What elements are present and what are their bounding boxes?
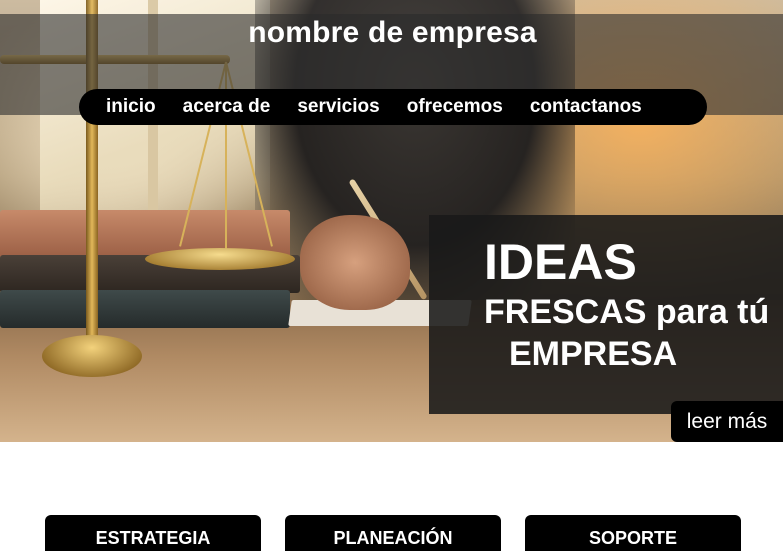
nav-item-acerca-de[interactable]: acerca de bbox=[183, 89, 271, 125]
card-estrategia[interactable]: ESTRATEGIA bbox=[45, 515, 261, 551]
writing-hand bbox=[300, 215, 410, 310]
nav-item-inicio[interactable]: inicio bbox=[106, 89, 156, 125]
promo-headline: IDEAS bbox=[484, 234, 637, 290]
card-planeacion[interactable]: PLANEACIÓN bbox=[285, 515, 501, 551]
promo-subline-2: EMPRESA bbox=[509, 335, 678, 373]
read-more-button[interactable]: leer más bbox=[671, 401, 783, 442]
book bbox=[0, 290, 290, 328]
promo-subline: FRESCAS para tú bbox=[484, 293, 770, 331]
scale-base bbox=[42, 335, 142, 377]
nav-item-ofrecemos[interactable]: ofrecemos bbox=[407, 89, 503, 125]
nav-item-contactanos[interactable]: contactanos bbox=[530, 89, 642, 125]
main-nav: inicio acerca de servicios ofrecemos con… bbox=[79, 89, 707, 125]
card-soporte[interactable]: SOPORTE bbox=[525, 515, 741, 551]
top-strip bbox=[0, 0, 783, 14]
promo-box: IDEAS FRESCAS para tú EMPRESA bbox=[429, 215, 783, 414]
nav-item-servicios[interactable]: servicios bbox=[297, 89, 379, 125]
company-name: nombre de empresa bbox=[248, 16, 537, 49]
scale-pan bbox=[145, 248, 295, 270]
